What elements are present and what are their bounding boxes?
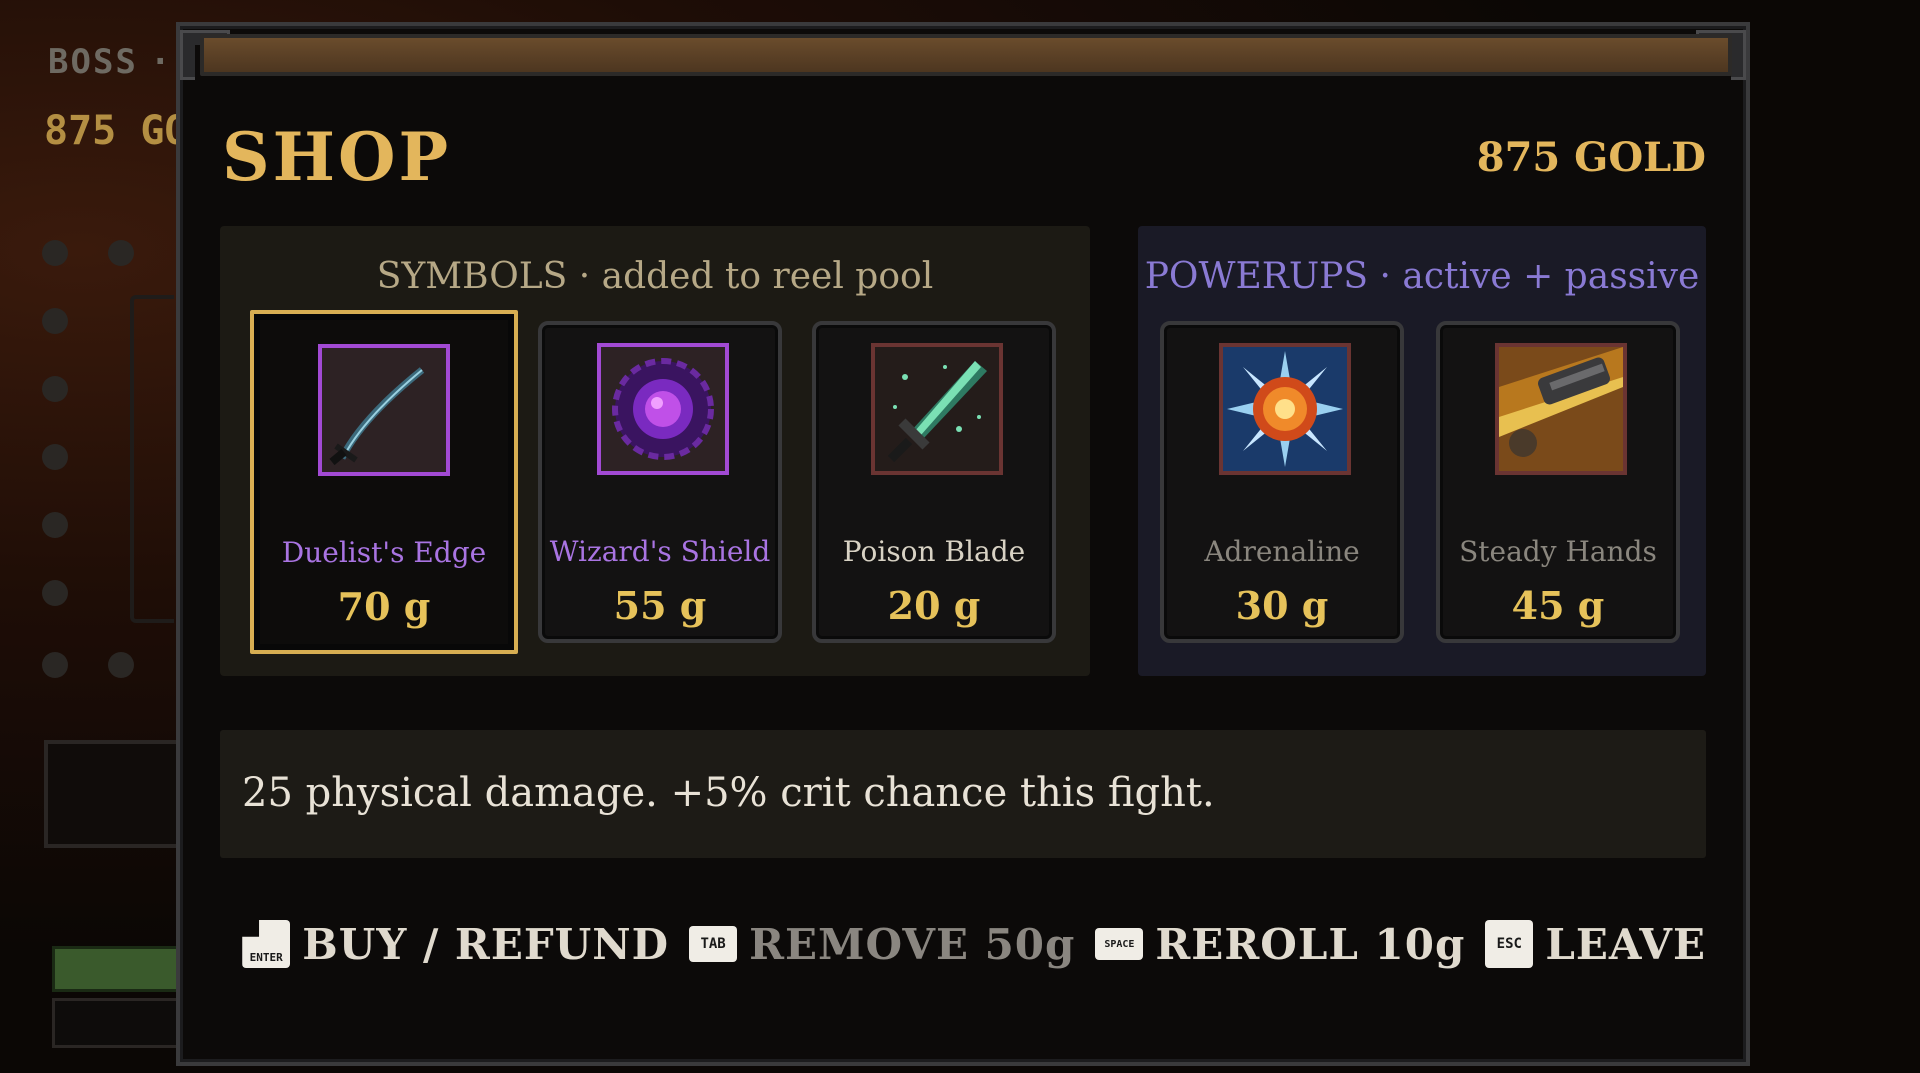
- card-name: Adrenaline: [1204, 535, 1360, 568]
- shop-panel: SHOP 875 GOLD SYMBOLS · added to reel po…: [176, 22, 1750, 1066]
- background-boss-label: BOSS: [48, 42, 138, 82]
- burst-icon: [1219, 343, 1351, 475]
- card-price: 70 g: [337, 584, 431, 629]
- shop-title: SHOP: [222, 118, 452, 196]
- control-hints: ENTER BUY / REFUND TAB REMOVE 50g SPACE …: [242, 914, 1706, 974]
- reroll-control[interactable]: SPACE REROLL 10g: [1095, 920, 1465, 969]
- background-dot: [42, 652, 68, 678]
- remove-control[interactable]: TAB REMOVE 50g: [689, 920, 1075, 969]
- leave-control[interactable]: ESC LEAVE: [1485, 920, 1706, 969]
- card-price: 55 g: [613, 583, 707, 628]
- background-dot: [42, 512, 68, 538]
- gold-counter: 875 GOLD: [1476, 134, 1706, 181]
- background-dot: [108, 652, 134, 678]
- shop-card-adrenaline[interactable]: Adrenaline 30 g: [1160, 321, 1404, 643]
- buy-refund-control[interactable]: ENTER BUY / REFUND: [242, 920, 669, 969]
- background-dot: [42, 580, 68, 606]
- background-dot: [42, 444, 68, 470]
- curved-sword-icon: [318, 344, 450, 476]
- card-name: Wizard's Shield: [549, 535, 771, 568]
- symbols-section: SYMBOLS · added to reel pool Duelist's E…: [220, 226, 1090, 676]
- item-description-box: 25 physical damage. +5% crit chance this…: [220, 730, 1706, 858]
- tab-key-icon: TAB: [689, 926, 738, 962]
- shop-card-steady-hands[interactable]: Steady Hands 45 g: [1436, 321, 1680, 643]
- buy-refund-label: BUY / REFUND: [302, 919, 670, 969]
- card-price: 30 g: [1235, 583, 1329, 628]
- leave-label: LEAVE: [1545, 919, 1706, 969]
- card-name: Steady Hands: [1459, 535, 1657, 568]
- shop-card-duelists-edge[interactable]: Duelist's Edge 70 g: [250, 310, 518, 654]
- poison-dagger-icon: [871, 343, 1003, 475]
- esc-key-icon: ESC: [1485, 920, 1534, 968]
- powerups-section: POWERUPS · active + passive Adrenaline 3…: [1138, 226, 1706, 676]
- background-dot: [42, 240, 68, 266]
- background-reel-frame: [130, 295, 174, 623]
- card-price: 20 g: [887, 583, 981, 628]
- item-description: 25 physical damage. +5% crit chance this…: [242, 770, 1215, 816]
- enter-key-icon: ENTER: [242, 920, 291, 968]
- background-gold-readout: 875 GO: [44, 108, 189, 154]
- background-dot: [108, 240, 134, 266]
- panel-title-bar: [200, 34, 1732, 76]
- symbols-header: SYMBOLS · added to reel pool: [376, 256, 934, 297]
- background-empty-bar: [52, 998, 188, 1048]
- card-name: Duelist's Edge: [281, 536, 487, 569]
- background-dot: [42, 376, 68, 402]
- powerups-header: POWERUPS · active + passive: [1144, 256, 1700, 297]
- background-dot: [42, 308, 68, 334]
- purple-orb-shield-icon: [597, 343, 729, 475]
- background-box: [44, 740, 182, 848]
- reroll-label: REROLL 10g: [1155, 919, 1466, 969]
- remove-label: REMOVE 50g: [749, 919, 1076, 969]
- space-key-icon: SPACE: [1095, 928, 1144, 960]
- card-name: Poison Blade: [842, 535, 1026, 568]
- background-health-bar: [52, 946, 188, 992]
- shop-card-poison-blade[interactable]: Poison Blade 20 g: [812, 321, 1056, 643]
- shop-card-wizards-shield[interactable]: Wizard's Shield 55 g: [538, 321, 782, 643]
- background-separator: ·: [150, 42, 171, 82]
- card-price: 45 g: [1511, 583, 1605, 628]
- gauntlet-icon: [1495, 343, 1627, 475]
